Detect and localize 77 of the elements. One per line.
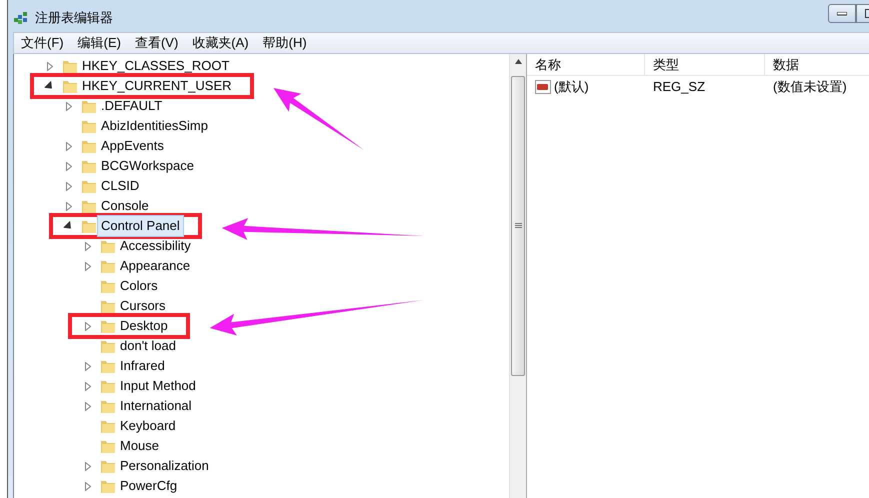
expand-triangle-icon[interactable] [63, 180, 75, 192]
menu-item[interactable]: 查看(V) [128, 33, 186, 53]
tree-item[interactable]: Keyboard [116, 415, 180, 437]
scrollbar[interactable] [509, 54, 526, 498]
tree-item[interactable]: Console [97, 195, 153, 217]
registry-editor-icon [13, 10, 29, 26]
folder-icon [100, 378, 116, 394]
tree-item[interactable]: CLSID [97, 175, 144, 197]
scroll-up-arrow-icon[interactable] [514, 59, 522, 64]
folder-icon [100, 358, 116, 374]
folder-icon [81, 138, 97, 154]
folder-icon [62, 78, 78, 94]
tree-item[interactable]: BCGWorkspace [97, 155, 198, 177]
folder-icon [100, 258, 116, 274]
tree-item[interactable]: AbizIdentitiesSimp [97, 115, 212, 137]
tree-item[interactable]: Mouse [116, 435, 164, 457]
expand-triangle-icon[interactable] [82, 400, 94, 412]
folder-icon [100, 438, 116, 454]
tree-item[interactable]: Cursors [116, 295, 170, 317]
string-value-icon [535, 80, 551, 94]
window-title: 注册表编辑器 [35, 9, 113, 28]
folder-icon [100, 278, 116, 294]
tree-item[interactable]: Colors [116, 275, 162, 297]
tree-item[interactable]: PowerCfg [116, 475, 182, 497]
expand-triangle-icon[interactable] [63, 160, 75, 172]
folder-icon [100, 298, 116, 314]
tree-item[interactable]: AppEvents [97, 135, 168, 157]
menu-item[interactable]: 帮助(H) [256, 33, 314, 53]
folder-icon [100, 478, 116, 494]
tree-item[interactable]: Desktop [116, 315, 172, 337]
value-data: (数值未设置) [772, 78, 847, 96]
folder-icon [81, 198, 97, 214]
folder-icon [100, 318, 116, 334]
folder-icon [100, 398, 116, 414]
expand-triangle-icon[interactable] [82, 260, 94, 272]
column-header[interactable]: 名称 [527, 54, 645, 76]
folder-icon [81, 118, 97, 134]
expand-triangle-icon[interactable] [44, 60, 56, 72]
folder-icon [62, 58, 78, 74]
folder-icon [100, 338, 116, 354]
expand-triangle-icon[interactable] [82, 380, 94, 392]
folder-icon [100, 418, 116, 434]
value-name[interactable]: (默认) [554, 77, 589, 97]
expand-triangle-icon[interactable] [82, 360, 94, 372]
expand-triangle-icon[interactable] [82, 240, 94, 252]
folder-icon [81, 158, 97, 174]
expand-triangle-icon[interactable] [63, 140, 75, 152]
column-header[interactable]: 类型 [645, 54, 765, 76]
minimize-icon [837, 12, 847, 16]
expand-triangle-icon[interactable] [82, 320, 94, 332]
folder-icon [100, 238, 116, 254]
menu-item[interactable]: 收藏夹(A) [185, 33, 256, 53]
column-header[interactable]: 数据 [765, 54, 869, 76]
grip-icon [514, 223, 522, 229]
menu-item[interactable]: 文件(F) [14, 33, 71, 53]
tree-item[interactable]: HKEY_CURRENT_USER [78, 75, 236, 97]
tree-item[interactable]: Appearance [116, 255, 194, 277]
tree-item[interactable]: Control Panel [97, 215, 184, 237]
tree-item[interactable]: don't load [116, 335, 180, 357]
minimize-button[interactable] [828, 4, 856, 23]
folder-icon [81, 98, 97, 114]
expand-triangle-icon[interactable] [82, 480, 94, 492]
tree-item[interactable]: Accessibility [116, 235, 195, 257]
tree-item[interactable]: .DEFAULT [97, 95, 166, 117]
folder-icon [81, 178, 97, 194]
menu-item[interactable]: 编辑(E) [70, 33, 128, 53]
tree-item[interactable]: International [116, 395, 196, 417]
tree-item[interactable]: HKEY_CLASSES_ROOT [78, 55, 234, 77]
folder-icon [100, 458, 116, 474]
folder-icon [81, 218, 97, 234]
expand-triangle-icon[interactable] [63, 200, 75, 212]
tree-item[interactable]: Input Method [116, 375, 200, 397]
value-type: REG_SZ [652, 78, 706, 96]
expand-triangle-icon[interactable] [63, 100, 75, 112]
tree-item[interactable]: Personalization [116, 455, 213, 477]
expand-triangle-icon[interactable] [82, 460, 94, 472]
tree-item[interactable]: Infrared [116, 355, 169, 377]
